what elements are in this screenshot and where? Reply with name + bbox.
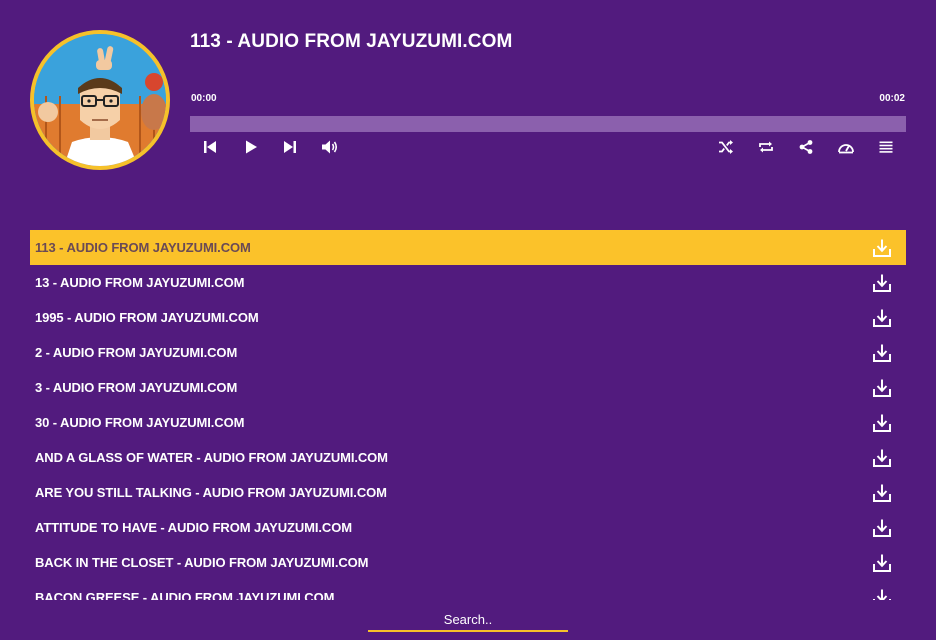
total-time: 00:02 bbox=[879, 93, 905, 104]
playlist-track[interactable]: 13 - AUDIO FROM JAYUZUMI.COM bbox=[30, 265, 906, 300]
download-icon[interactable] bbox=[872, 413, 892, 433]
current-time: 00:00 bbox=[191, 93, 217, 104]
track-name: BACON GREESE - AUDIO FROM JAYUZUMI.COM bbox=[35, 590, 335, 600]
speedometer-icon bbox=[838, 144, 854, 154]
progress-bar[interactable] bbox=[190, 116, 906, 132]
track-name: ATTITUDE TO HAVE - AUDIO FROM JAYUZUMI.C… bbox=[35, 520, 352, 535]
download-icon[interactable] bbox=[872, 553, 892, 573]
download-icon[interactable] bbox=[872, 518, 892, 538]
playlist-track[interactable]: BACK IN THE CLOSET - AUDIO FROM JAYUZUMI… bbox=[30, 545, 906, 580]
download-icon[interactable] bbox=[872, 343, 892, 363]
audio-player: 113 - AUDIO FROM JAYUZUMI.COM 00:00 00:0… bbox=[0, 0, 936, 640]
album-cover bbox=[30, 30, 170, 170]
skip-previous-button[interactable] bbox=[199, 136, 221, 158]
download-icon[interactable] bbox=[872, 378, 892, 398]
repeat-icon bbox=[759, 141, 773, 153]
volume-button[interactable] bbox=[319, 136, 341, 158]
volume-icon bbox=[322, 140, 338, 154]
playlist-track[interactable]: 2 - AUDIO FROM JAYUZUMI.COM bbox=[30, 335, 906, 370]
track-name: 3 - AUDIO FROM JAYUZUMI.COM bbox=[35, 380, 238, 395]
playlist-track[interactable]: AND A GLASS OF WATER - AUDIO FROM JAYUZU… bbox=[30, 440, 906, 475]
share-icon bbox=[799, 140, 813, 154]
search-input[interactable] bbox=[368, 608, 568, 632]
track-title: 113 - AUDIO FROM JAYUZUMI.COM bbox=[190, 31, 513, 52]
track-name: 2 - AUDIO FROM JAYUZUMI.COM bbox=[35, 345, 238, 360]
track-name: BACK IN THE CLOSET - AUDIO FROM JAYUZUMI… bbox=[35, 555, 369, 570]
playlist-track[interactable]: 1995 - AUDIO FROM JAYUZUMI.COM bbox=[30, 300, 906, 335]
playlist-track[interactable]: 3 - AUDIO FROM JAYUZUMI.COM bbox=[30, 370, 906, 405]
shuffle-button[interactable] bbox=[715, 136, 737, 158]
download-icon[interactable] bbox=[872, 588, 892, 600]
track-name: AND A GLASS OF WATER - AUDIO FROM JAYUZU… bbox=[35, 450, 388, 465]
track-name: ARE YOU STILL TALKING - AUDIO FROM JAYUZ… bbox=[35, 485, 387, 500]
speed-button[interactable] bbox=[835, 136, 857, 158]
download-icon[interactable] bbox=[872, 273, 892, 293]
playlist-icon bbox=[879, 141, 893, 153]
skip-next-icon bbox=[284, 141, 296, 153]
download-icon[interactable] bbox=[872, 448, 892, 468]
shuffle-icon bbox=[719, 140, 733, 154]
track-name: 13 - AUDIO FROM JAYUZUMI.COM bbox=[35, 275, 245, 290]
share-button[interactable] bbox=[795, 136, 817, 158]
download-icon[interactable] bbox=[872, 483, 892, 503]
playlist-track[interactable]: 30 - AUDIO FROM JAYUZUMI.COM bbox=[30, 405, 906, 440]
playlist-track[interactable]: ARE YOU STILL TALKING - AUDIO FROM JAYUZ… bbox=[30, 475, 906, 510]
track-name: 113 - AUDIO FROM JAYUZUMI.COM bbox=[35, 240, 251, 255]
track-name: 30 - AUDIO FROM JAYUZUMI.COM bbox=[35, 415, 245, 430]
album-art-image bbox=[34, 34, 166, 166]
play-icon bbox=[246, 140, 257, 154]
repeat-button[interactable] bbox=[755, 136, 777, 158]
play-button[interactable] bbox=[240, 136, 262, 158]
playlist-track[interactable]: BACON GREESE - AUDIO FROM JAYUZUMI.COM bbox=[30, 580, 906, 600]
playlist: 113 - AUDIO FROM JAYUZUMI.COM 13 - AUDIO … bbox=[30, 230, 906, 600]
playlist-track[interactable]: 113 - AUDIO FROM JAYUZUMI.COM bbox=[30, 230, 906, 265]
download-icon[interactable] bbox=[872, 308, 892, 328]
download-icon[interactable] bbox=[872, 238, 892, 258]
playlist-track[interactable]: ATTITUDE TO HAVE - AUDIO FROM JAYUZUMI.C… bbox=[30, 510, 906, 545]
track-name: 1995 - AUDIO FROM JAYUZUMI.COM bbox=[35, 310, 259, 325]
skip-next-button[interactable] bbox=[279, 136, 301, 158]
playlist-button[interactable] bbox=[875, 136, 897, 158]
skip-previous-icon bbox=[204, 141, 216, 153]
